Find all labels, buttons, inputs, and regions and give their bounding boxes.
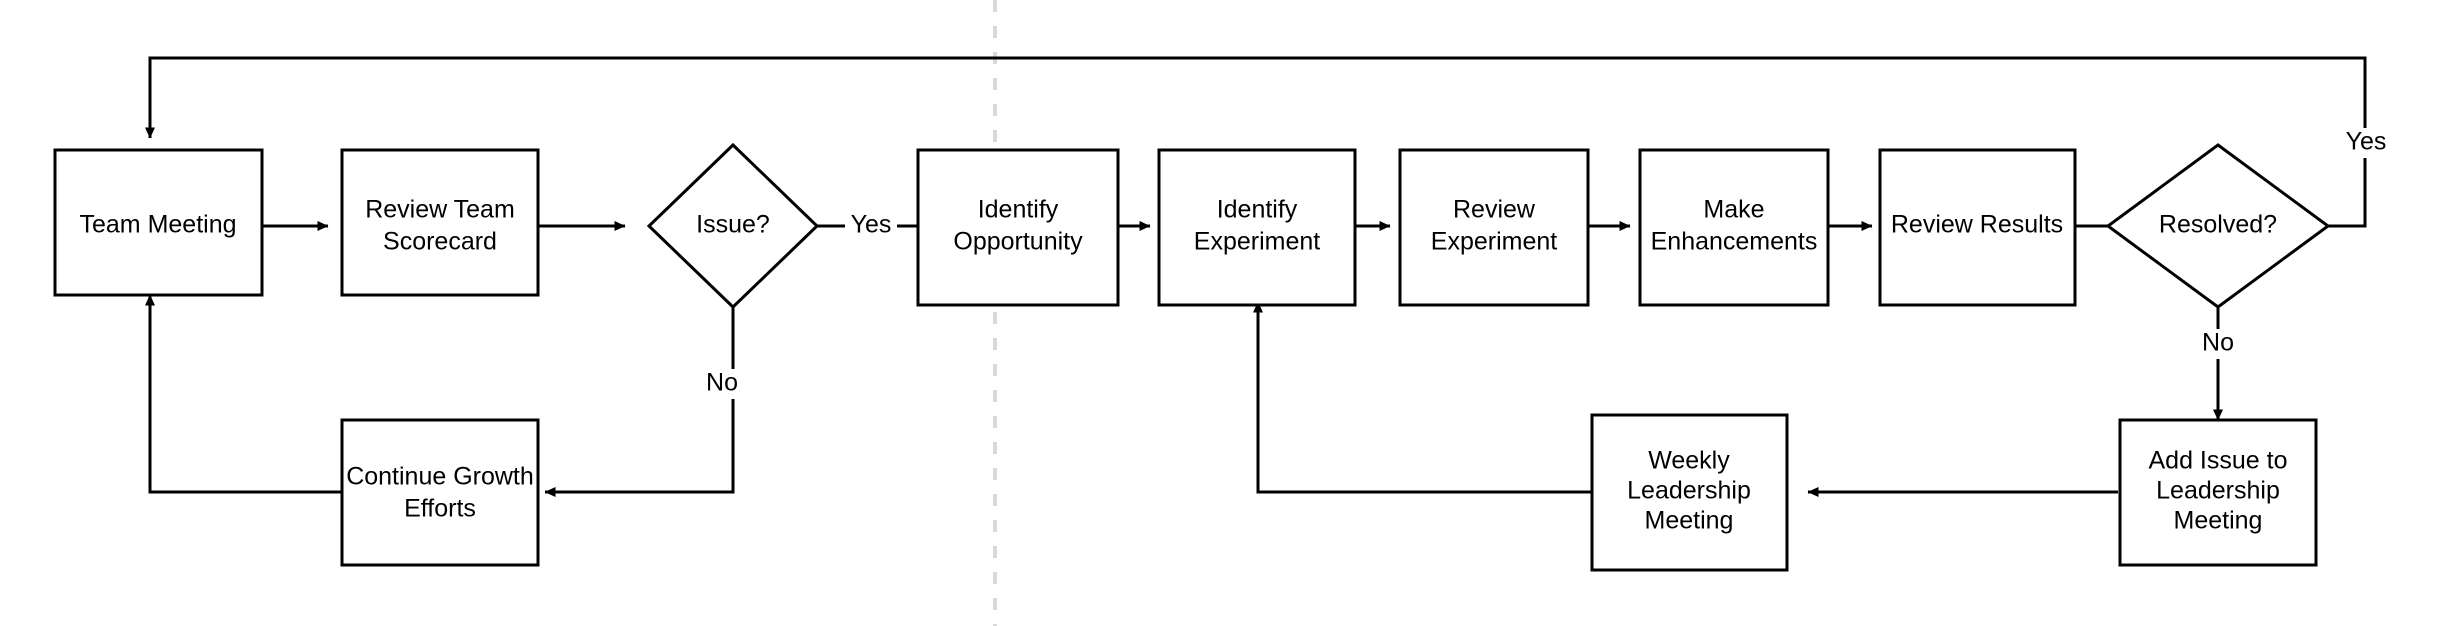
node-resolved-decision-label: Resolved? [2159, 211, 2277, 239]
edge-weekly-leadership-meeting-to-identify-experiment [1253, 301, 1592, 494]
edge-label-issue-no-text: No [706, 369, 738, 397]
node-add-issue-label-line3: Meeting [2174, 507, 2263, 535]
edge-label-issue-no: No [700, 369, 744, 399]
edge-label-resolved-yes: Yes [2340, 128, 2392, 158]
node-resolved-decision[interactable]: Resolved? [2105, 143, 2331, 309]
flowchart-canvas: Team Meeting Review Team Scorecard Issue… [0, 0, 2440, 626]
node-review-results[interactable]: Review Results [1878, 148, 2077, 307]
node-review-team-scorecard[interactable]: Review Team Scorecard [340, 148, 540, 297]
node-add-issue-to-leadership-meeting[interactable]: Add Issue to Leadership Meeting [2118, 418, 2318, 567]
node-add-issue-label-line2: Leadership [2156, 477, 2280, 505]
node-weekly-leadership-meeting-label-line3: Meeting [1645, 507, 1734, 535]
edge-issue-no-to-continue-growth-efforts [544, 307, 735, 497]
node-identify-experiment-label-line2: Experiment [1194, 228, 1320, 256]
edge-label-issue-yes-text: Yes [851, 211, 892, 239]
edge-label-resolved-yes-text: Yes [2346, 128, 2387, 156]
node-weekly-leadership-meeting[interactable]: Weekly Leadership Meeting [1590, 413, 1789, 572]
node-add-issue-label-line1: Add Issue to [2149, 447, 2288, 475]
node-review-team-scorecard-label-line2: Scorecard [383, 228, 497, 256]
node-identify-opportunity-label-line1: Identify [978, 196, 1059, 224]
node-identify-opportunity[interactable]: Identify Opportunity [916, 148, 1120, 307]
node-issue-decision[interactable]: Issue? [646, 142, 820, 310]
node-make-enhancements-label-line1: Make [1703, 196, 1764, 224]
node-review-experiment-label-line1: Review [1453, 196, 1536, 224]
edge-resolved-yes-to-team-meeting [145, 56, 2367, 145]
node-team-meeting[interactable]: Team Meeting [53, 148, 264, 297]
edge-label-resolved-no-text: No [2202, 329, 2234, 357]
node-continue-growth-efforts-shape[interactable] [340, 418, 540, 567]
node-review-experiment-label-line2: Experiment [1431, 228, 1557, 256]
node-continue-growth-efforts-label-line1: Continue Growth [346, 463, 534, 491]
flowchart-svg: Team Meeting Review Team Scorecard Issue… [53, 0, 2392, 626]
node-make-enhancements-label-line2: Enhancements [1651, 228, 1818, 256]
edge-label-issue-yes: Yes [845, 211, 897, 241]
node-review-experiment[interactable]: Review Experiment [1398, 148, 1590, 307]
node-weekly-leadership-meeting-label-line1: Weekly [1648, 447, 1730, 475]
node-review-team-scorecard-label-line1: Review Team [365, 196, 515, 224]
node-identify-experiment-label-line1: Identify [1217, 196, 1298, 224]
node-weekly-leadership-meeting-label-line2: Leadership [1627, 477, 1751, 505]
node-make-enhancements[interactable]: Make Enhancements [1638, 148, 1830, 307]
node-continue-growth-efforts[interactable]: Continue Growth Efforts [340, 418, 540, 567]
node-identify-opportunity-label-line2: Opportunity [953, 228, 1083, 256]
node-issue-decision-label: Issue? [696, 211, 770, 239]
edge-label-resolved-no: No [2196, 329, 2240, 359]
node-continue-growth-efforts-label-line2: Efforts [404, 495, 476, 523]
node-review-results-label: Review Results [1891, 211, 2063, 239]
node-team-meeting-label: Team Meeting [79, 211, 236, 239]
edge-continue-growth-efforts-to-team-meeting [145, 294, 342, 494]
node-identify-experiment[interactable]: Identify Experiment [1157, 148, 1357, 307]
